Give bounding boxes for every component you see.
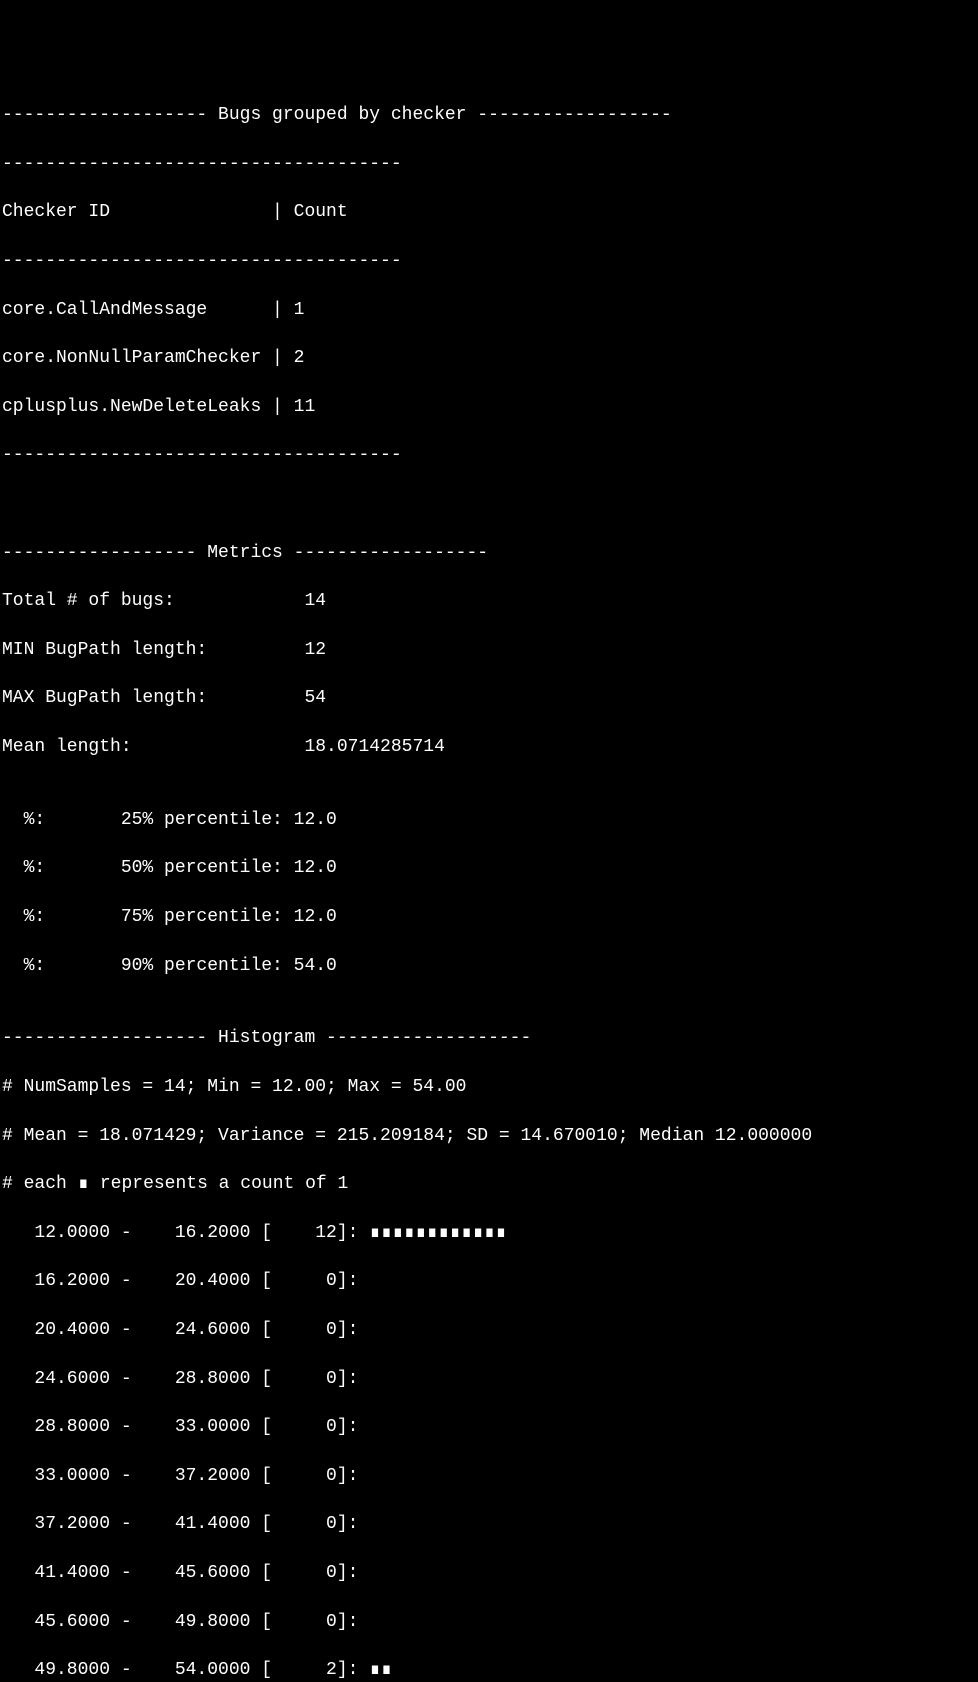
metric-line: MIN BugPath length: 12 — [2, 640, 326, 660]
histogram-bin: 33.0000 - 37.2000 [ 0]: — [2, 1466, 369, 1486]
section-bugs-title: ------------------- Bugs grouped by chec… — [2, 105, 672, 125]
histogram-bin: 45.6000 - 49.8000 [ 0]: — [2, 1612, 369, 1632]
table-row: core.NonNullParamChecker | 2 — [2, 348, 304, 368]
metric-line: Mean length: 18.0714285714 — [2, 737, 445, 757]
separator-line: ------------------------------------- — [2, 445, 402, 465]
histogram-bin: 20.4000 - 24.6000 [ 0]: — [2, 1320, 369, 1340]
histogram-bin: 37.2000 - 41.4000 [ 0]: — [2, 1514, 369, 1534]
separator-line: ------------------------------------- — [2, 154, 402, 174]
histogram-header: # each ∎ represents a count of 1 — [2, 1174, 348, 1194]
metric-line: MAX BugPath length: 54 — [2, 688, 326, 708]
section-histogram-title: ------------------- Histogram ----------… — [2, 1028, 531, 1048]
separator-line: ------------------------------------- — [2, 251, 402, 271]
percentile-line: %: 75% percentile: 12.0 — [2, 907, 337, 927]
metric-line: Total # of bugs: 14 — [2, 591, 326, 611]
percentile-line: %: 25% percentile: 12.0 — [2, 810, 337, 830]
table-row: core.CallAndMessage | 1 — [2, 300, 304, 320]
histogram-bin: 12.0000 - 16.2000 [ 12]: ∎∎∎∎∎∎∎∎∎∎∎∎ — [2, 1223, 507, 1243]
histogram-bin: 49.8000 - 54.0000 [ 2]: ∎∎ — [2, 1660, 392, 1680]
section-metrics-title: ------------------ Metrics -------------… — [2, 543, 488, 563]
histogram-bin: 24.6000 - 28.8000 [ 0]: — [2, 1369, 369, 1389]
histogram-bin: 16.2000 - 20.4000 [ 0]: — [2, 1271, 369, 1291]
histogram-bin: 28.8000 - 33.0000 [ 0]: — [2, 1417, 369, 1437]
histogram-bin: 41.4000 - 45.6000 [ 0]: — [2, 1563, 369, 1583]
histogram-header: # Mean = 18.071429; Variance = 215.20918… — [2, 1126, 812, 1146]
percentile-line: %: 90% percentile: 54.0 — [2, 956, 337, 976]
histogram-header: # NumSamples = 14; Min = 12.00; Max = 54… — [2, 1077, 466, 1097]
table-row: cplusplus.NewDeleteLeaks | 11 — [2, 397, 315, 417]
percentile-line: %: 50% percentile: 12.0 — [2, 858, 337, 878]
table-header: Checker ID | Count — [2, 202, 348, 222]
